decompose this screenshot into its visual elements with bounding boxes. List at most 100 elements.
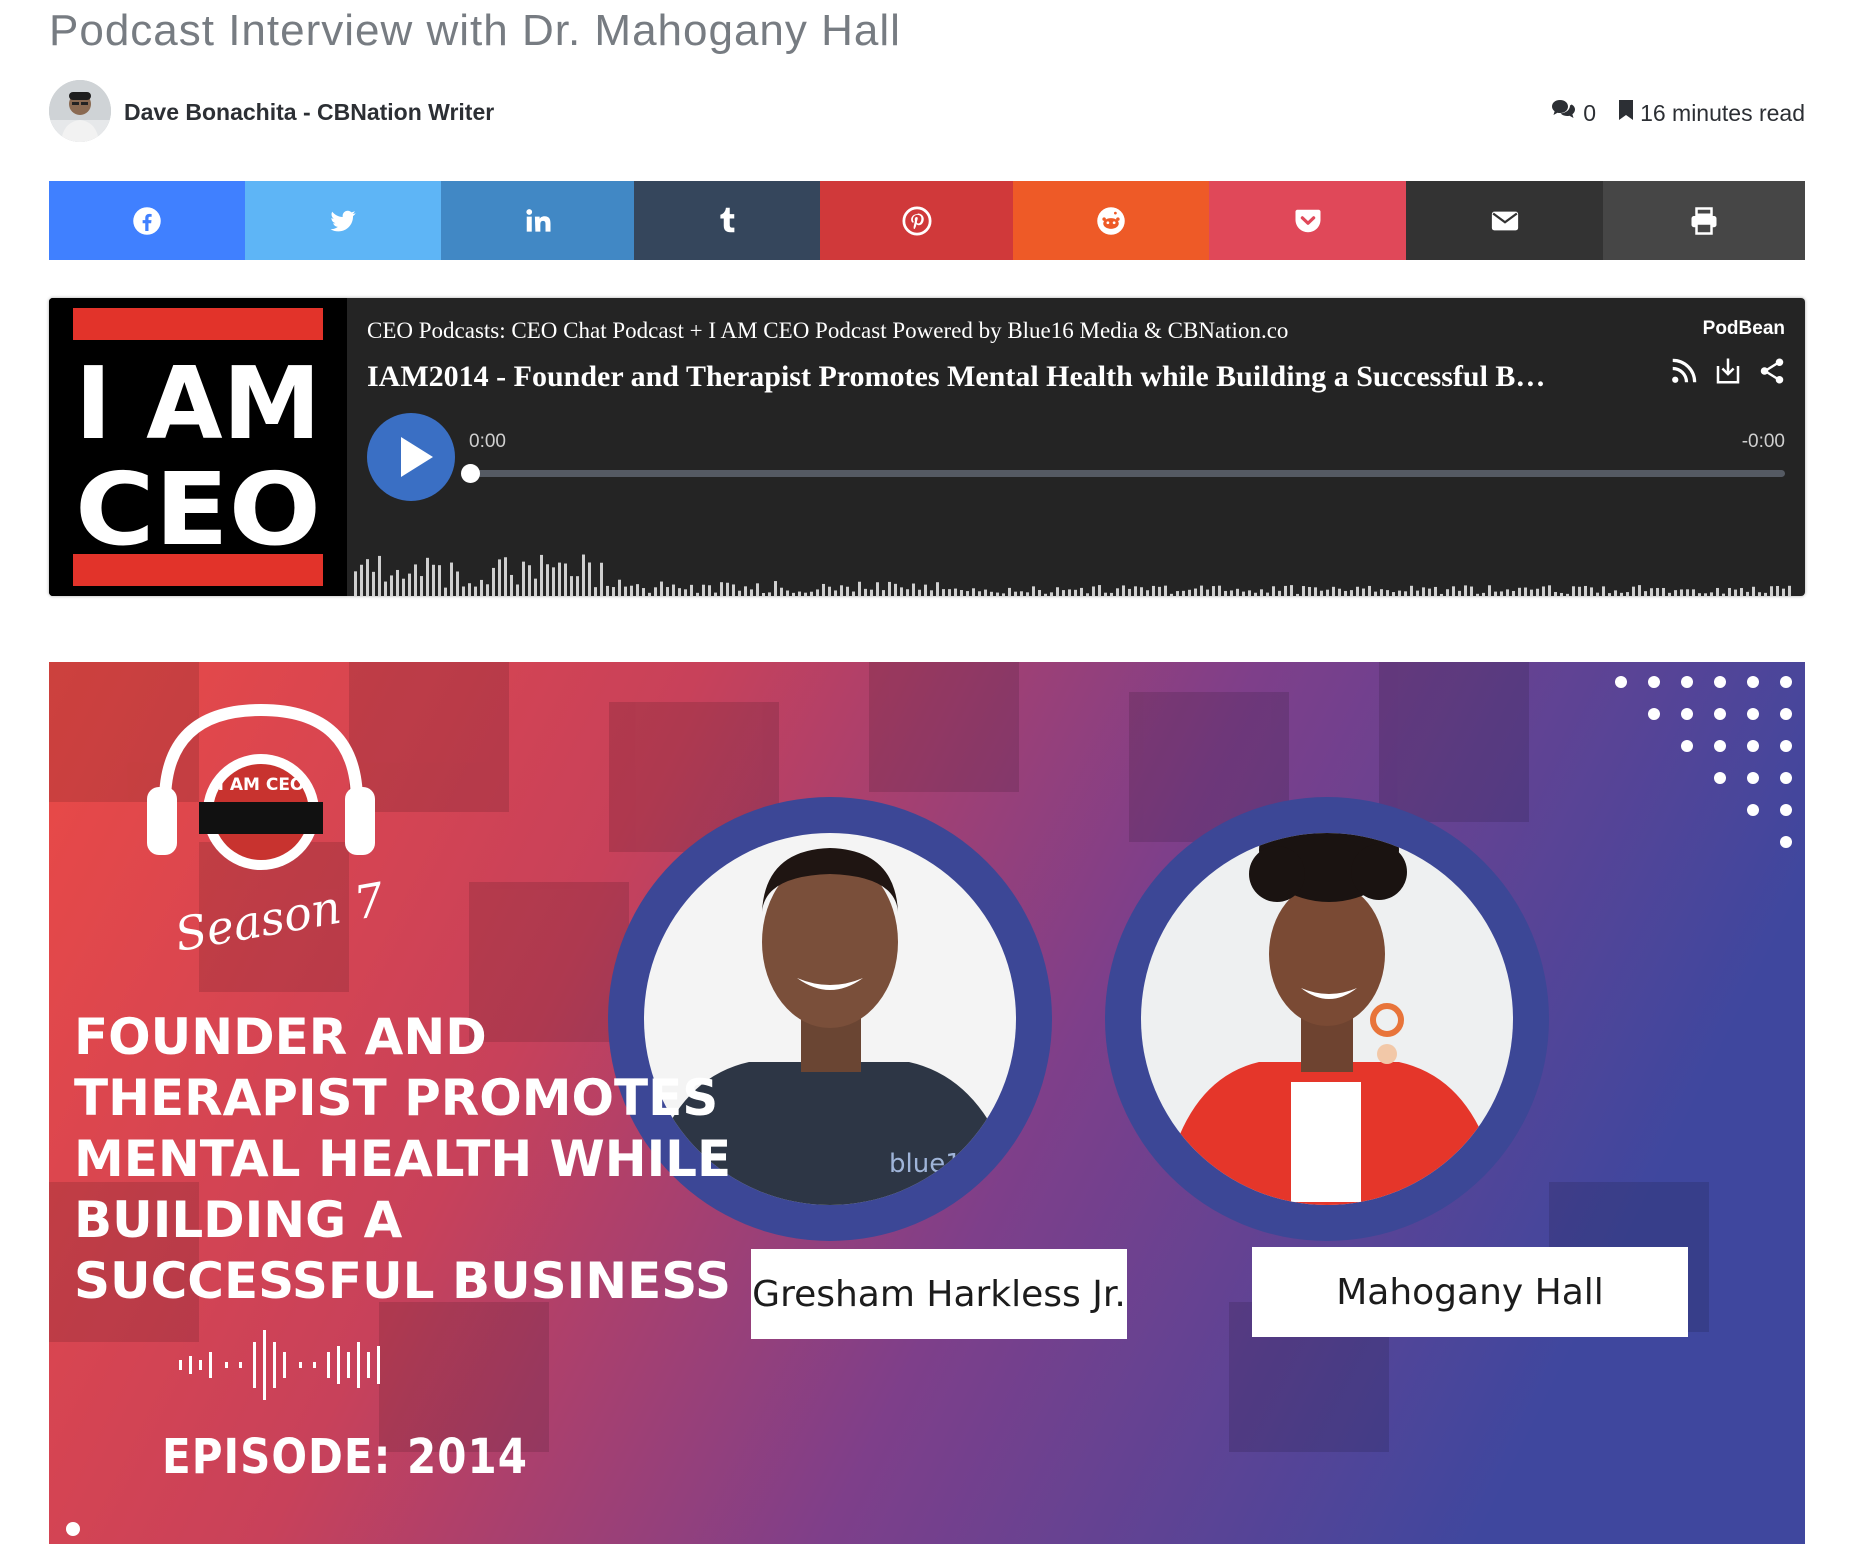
guest-name-tag: Mahogany Hall: [1252, 1247, 1688, 1337]
waveform-bar: [1452, 586, 1455, 596]
waveform-bar: [702, 584, 705, 596]
waveform-bar: [438, 565, 441, 596]
reddit-icon: [1097, 206, 1125, 235]
waveform-bar: [618, 579, 621, 596]
waveform-bar: [936, 582, 939, 596]
waveform-bar: [1386, 590, 1389, 596]
waveform-bar: [1632, 586, 1635, 596]
waveform-bar: [720, 582, 723, 596]
waveform-bar: [972, 588, 975, 596]
episode-title[interactable]: IAM2014 - Founder and Therapist Promotes…: [367, 360, 1627, 394]
waveform-bar: [660, 581, 663, 596]
share-print-button[interactable]: [1603, 181, 1805, 260]
waveform-bar: [534, 578, 537, 596]
waveform-bar: [558, 562, 561, 596]
waveform-bar: [1356, 586, 1359, 596]
share-twitter-button[interactable]: [245, 181, 441, 260]
comments-icon[interactable]: [1551, 99, 1577, 127]
waveform-bar: [1302, 586, 1305, 596]
waveform-bar: [804, 592, 807, 596]
waveform-bar: [450, 562, 453, 596]
waveform-bar: [1752, 586, 1755, 596]
post-stats: 0 16 minutes read: [1551, 99, 1805, 127]
waveform-bar: [1182, 590, 1185, 596]
waveform-bar: [870, 589, 873, 596]
waveform-bar: [516, 584, 519, 596]
share-reddit-button[interactable]: [1013, 181, 1209, 260]
waveform-bar: [432, 564, 435, 596]
waveform-bar: [420, 576, 423, 596]
waveform-bar: [1020, 591, 1023, 596]
waveform-bar: [1680, 589, 1683, 596]
podcast-cover[interactable]: I AM CEO: [49, 298, 347, 596]
waveform-bar: [582, 554, 585, 596]
waveform-bar: [954, 588, 957, 596]
waveform-bar: [1278, 590, 1281, 596]
waveform-bar: [414, 564, 417, 596]
waveform-bar: [1710, 592, 1713, 596]
waveform-bar: [1380, 589, 1383, 596]
waveform-bar: [1248, 590, 1251, 596]
cover-line2: CEO: [75, 451, 321, 568]
progress-handle[interactable]: [461, 464, 480, 483]
waveform-bar: [1764, 592, 1767, 596]
waveform-bar: [846, 586, 849, 596]
share-tumblr-button[interactable]: [634, 181, 820, 260]
share-pocket-button[interactable]: [1209, 181, 1406, 260]
read-time: 16 minutes read: [1640, 99, 1805, 126]
episode-number: EPISODE: 2014: [162, 1428, 528, 1485]
waveform-bar: [1656, 587, 1659, 596]
share-pinterest-button[interactable]: [820, 181, 1013, 260]
podbean-logo[interactable]: PodBean: [1703, 318, 1785, 340]
play-button[interactable]: [367, 413, 455, 501]
waveform-bar: [1740, 588, 1743, 596]
share-email-button[interactable]: [1406, 181, 1603, 260]
progress-track[interactable]: [469, 470, 1785, 477]
waveform-bar: [648, 592, 651, 596]
author-avatar[interactable]: [49, 80, 111, 142]
waveform-bar: [1644, 591, 1647, 596]
waveform-bar: [1746, 591, 1749, 596]
share-linkedin-button[interactable]: [441, 181, 634, 260]
share-icon[interactable]: [1757, 356, 1787, 391]
waveform-bar: [1476, 593, 1479, 596]
waveform-bar: [1284, 585, 1287, 596]
waveform-bar: [552, 567, 555, 596]
waveform-bar: [780, 587, 783, 596]
waveform-bar: [360, 564, 363, 596]
waveform-bar: [1326, 589, 1329, 596]
podcast-show-title[interactable]: CEO Podcasts: CEO Chat Podcast + I AM CE…: [367, 318, 1288, 344]
waveform-bar: [1494, 591, 1497, 596]
waveform-bar: [564, 563, 567, 596]
waveform-bar: [1776, 585, 1779, 596]
waveform-bar: [1692, 589, 1695, 596]
waveform-bar: [1032, 586, 1035, 596]
waveform-bar: [1524, 587, 1527, 596]
waveform-bar: [1266, 592, 1269, 596]
waveform-bar: [942, 589, 945, 596]
waveform-bar: [792, 592, 795, 596]
waveform-bar: [1440, 593, 1443, 596]
share-facebook-button[interactable]: [49, 181, 245, 260]
waveform[interactable]: [354, 546, 1794, 596]
waveform-bar: [1554, 591, 1557, 596]
podcast-player: I AM CEO CEO Podcasts: CEO Chat Podcast …: [49, 298, 1805, 596]
waveform-bar: [1734, 589, 1737, 596]
bookmark-icon: [1618, 99, 1634, 127]
waveform-bar: [1344, 590, 1347, 596]
download-icon[interactable]: [1713, 356, 1743, 391]
rss-icon[interactable]: [1669, 356, 1699, 391]
waveform-bar: [1002, 593, 1005, 596]
badge-text: I AM CEO: [217, 775, 305, 795]
waveform-bar: [882, 590, 885, 596]
comments-count[interactable]: 0: [1583, 100, 1596, 127]
waveform-bar: [996, 592, 999, 596]
waveform-bar: [1758, 592, 1761, 596]
waveform-bar: [1254, 592, 1257, 596]
author-link[interactable]: Dave Bonachita - CBNation Writer: [124, 99, 494, 126]
waveform-bar: [1332, 586, 1335, 596]
waveform-bar: [1080, 587, 1083, 596]
waveform-bar: [528, 565, 531, 596]
waveform-bar: [726, 582, 729, 596]
waveform-bar: [384, 581, 387, 596]
